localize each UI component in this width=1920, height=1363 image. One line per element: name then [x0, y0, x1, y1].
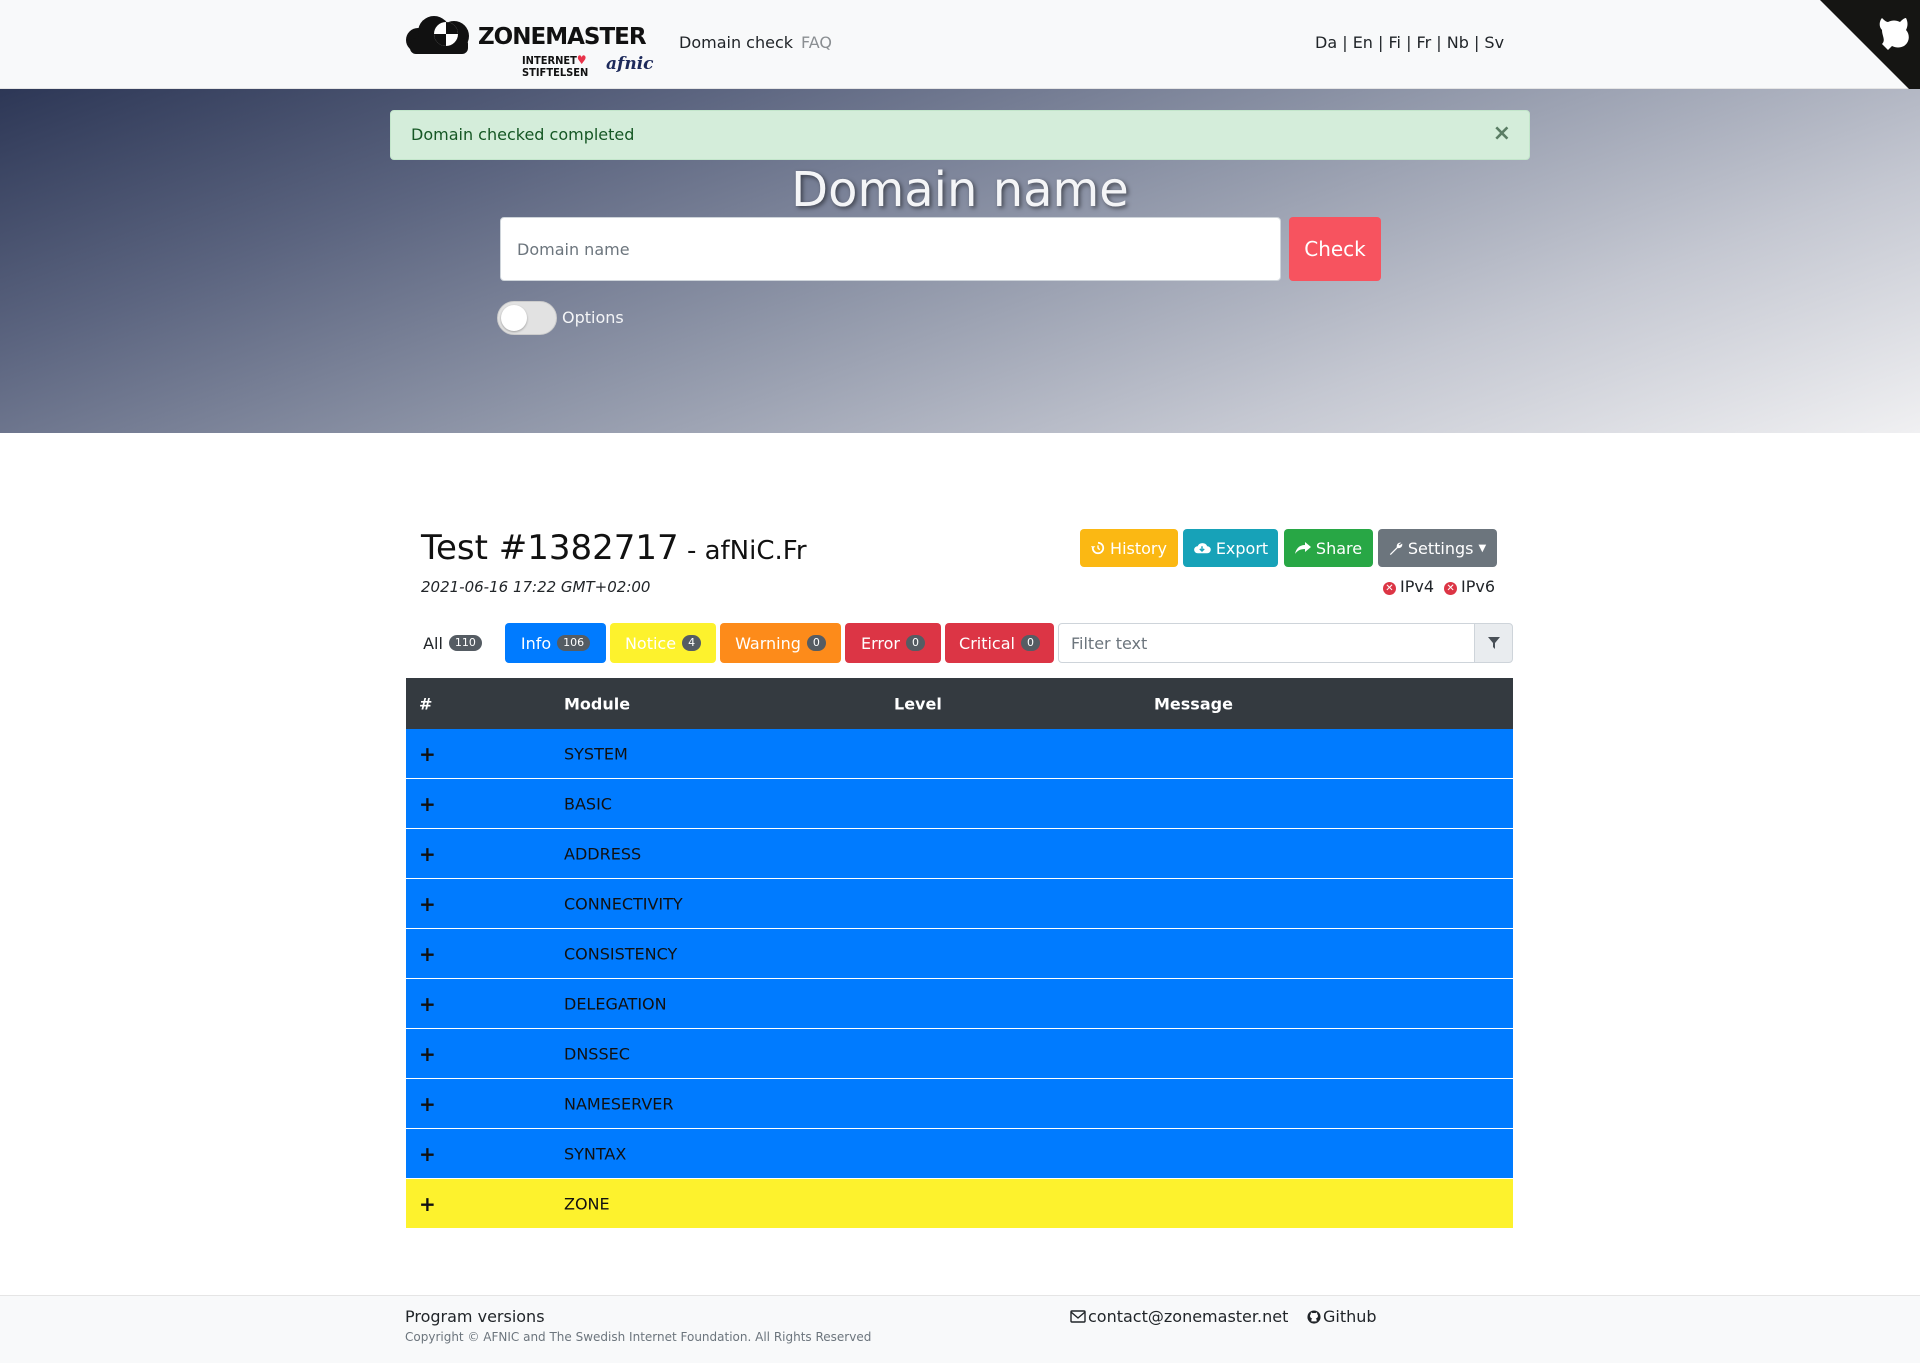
page-title: Domain name	[791, 162, 1129, 218]
table-row[interactable]: + SYSTEM	[406, 729, 1513, 779]
share-icon	[1294, 542, 1311, 554]
expand-icon[interactable]: +	[419, 792, 436, 816]
program-versions-link[interactable]: Program versions	[405, 1307, 545, 1326]
header-message: Message	[1154, 694, 1233, 713]
count-badge: 0	[906, 635, 925, 651]
logo-afnic: afnic	[606, 54, 654, 74]
module-name: ADDRESS	[564, 844, 642, 863]
test-id: Test #1382717	[421, 528, 679, 568]
table-row[interactable]: + DNSSEC	[406, 1029, 1513, 1079]
caret-down-icon: ▼	[1478, 542, 1487, 554]
logo-internetstiftelsen: INTERNET♥ STIFTELSEN	[522, 53, 589, 79]
module-name: DELEGATION	[564, 994, 667, 1013]
table-row[interactable]: + CONNECTIVITY	[406, 879, 1513, 929]
github-icon	[1307, 1309, 1321, 1324]
x-circle-icon: ✕	[1444, 582, 1458, 595]
options-label: Options	[562, 308, 624, 327]
results-table: # Module Level Message + SYSTEM + BASIC + A…	[406, 678, 1513, 1229]
page-footer: Program versions Copyright © AFNIC and T…	[0, 1295, 1920, 1363]
header-module: Module	[564, 694, 631, 713]
ipv6-status: ✕ IPv6	[1444, 577, 1495, 596]
copyright-text: Copyright © AFNIC and The Swedish Intern…	[405, 1330, 872, 1344]
count-badge: 4	[682, 635, 702, 651]
filter-error[interactable]: Error 0	[845, 623, 941, 663]
filter-notice[interactable]: Notice 4	[610, 623, 716, 663]
expand-icon[interactable]: +	[419, 1042, 436, 1066]
wrench-icon	[1389, 542, 1403, 555]
alert-message: Domain checked completed	[411, 125, 635, 144]
success-alert: Domain checked completed ×	[390, 110, 1530, 160]
x-circle-icon: ✕	[1383, 582, 1396, 595]
toggle-knob	[501, 305, 527, 331]
filter-text-input[interactable]	[1058, 623, 1475, 663]
expand-icon[interactable]: +	[419, 1092, 436, 1116]
filter-warning[interactable]: Warning 0	[720, 623, 841, 663]
zonemaster-logo[interactable]: ZONEMASTER INTERNET♥ STIFTELSEN afnic	[404, 12, 658, 79]
nav-domain-check[interactable]: Domain check	[679, 33, 793, 52]
filter-all[interactable]: All 110	[415, 623, 490, 663]
expand-icon[interactable]: +	[419, 942, 436, 966]
filter-critical[interactable]: Critical 0	[945, 623, 1054, 663]
ip-status: ✕ IPv4 ✕ IPv6	[1383, 577, 1495, 596]
heart-icon: ♥	[576, 53, 587, 67]
module-name: CONSISTENCY	[564, 944, 678, 963]
table-header: # Module Level Message	[406, 678, 1513, 729]
filter-button[interactable]	[1474, 623, 1513, 663]
github-corner-icon[interactable]	[1820, 0, 1920, 100]
expand-icon[interactable]: +	[419, 992, 436, 1016]
expand-icon[interactable]: +	[419, 742, 436, 766]
ipv4-status: ✕ IPv4	[1383, 577, 1434, 596]
table-row[interactable]: + BASIC	[406, 779, 1513, 829]
test-domain: - afNiC.Fr	[678, 536, 807, 566]
close-icon[interactable]: ×	[1493, 121, 1511, 146]
domain-name-input[interactable]	[500, 217, 1281, 281]
table-row[interactable]: + SYNTAX	[406, 1129, 1513, 1179]
module-name: CONNECTIVITY	[564, 894, 683, 913]
check-button[interactable]: Check	[1289, 217, 1381, 281]
table-row[interactable]: + CONSISTENCY	[406, 929, 1513, 979]
history-button[interactable]: History	[1080, 529, 1178, 567]
module-name: ZONE	[564, 1194, 610, 1213]
nav-faq[interactable]: FAQ	[801, 33, 832, 52]
contact-link[interactable]: contact@zonemaster.net	[1070, 1307, 1288, 1326]
top-navbar: ZONEMASTER INTERNET♥ STIFTELSEN afnic Do…	[0, 0, 1920, 100]
expand-icon[interactable]: +	[419, 892, 436, 916]
module-name: DNSSEC	[564, 1044, 630, 1063]
module-name: BASIC	[564, 794, 612, 813]
history-icon	[1091, 541, 1105, 555]
settings-dropdown[interactable]: Settings ▼	[1378, 529, 1497, 567]
module-name: NAMESERVER	[564, 1094, 674, 1113]
table-row[interactable]: + NAMESERVER	[406, 1079, 1513, 1129]
table-row[interactable]: + DELEGATION	[406, 979, 1513, 1029]
module-name: SYSTEM	[564, 744, 628, 763]
filter-icon	[1487, 637, 1500, 649]
expand-icon[interactable]: +	[419, 1192, 436, 1216]
header-level: Level	[894, 694, 942, 713]
count-badge: 110	[448, 635, 482, 651]
test-title: Test #1382717 - afNiC.Fr	[421, 528, 807, 568]
export-button[interactable]: Export	[1183, 529, 1278, 567]
filter-info[interactable]: Info 106	[505, 623, 606, 663]
header-hash: #	[419, 694, 433, 713]
expand-icon[interactable]: +	[419, 1142, 436, 1166]
count-badge: 0	[1020, 635, 1040, 651]
options-toggle[interactable]	[497, 301, 557, 335]
logo-wordmark: ZONEMASTER	[478, 24, 647, 50]
hero-section: Domain checked completed × Domain name C…	[0, 89, 1920, 433]
table-row[interactable]: + ADDRESS	[406, 829, 1513, 879]
count-badge: 0	[806, 635, 826, 651]
test-date: 2021-06-16 17:22 GMT+02:00	[421, 578, 651, 596]
envelope-icon	[1070, 1310, 1086, 1323]
expand-icon[interactable]: +	[419, 842, 436, 866]
cloud-download-icon	[1193, 543, 1211, 554]
table-row[interactable]: + ZONE	[406, 1179, 1513, 1229]
github-link[interactable]: Github	[1307, 1307, 1377, 1326]
module-name: SYNTAX	[564, 1144, 627, 1163]
language-switcher[interactable]: Da | En | Fi | Fr | Nb | Sv	[1315, 33, 1504, 52]
share-button[interactable]: Share	[1284, 529, 1373, 567]
count-badge: 106	[557, 635, 591, 651]
zonemaster-cloud-logo-icon	[406, 16, 469, 54]
